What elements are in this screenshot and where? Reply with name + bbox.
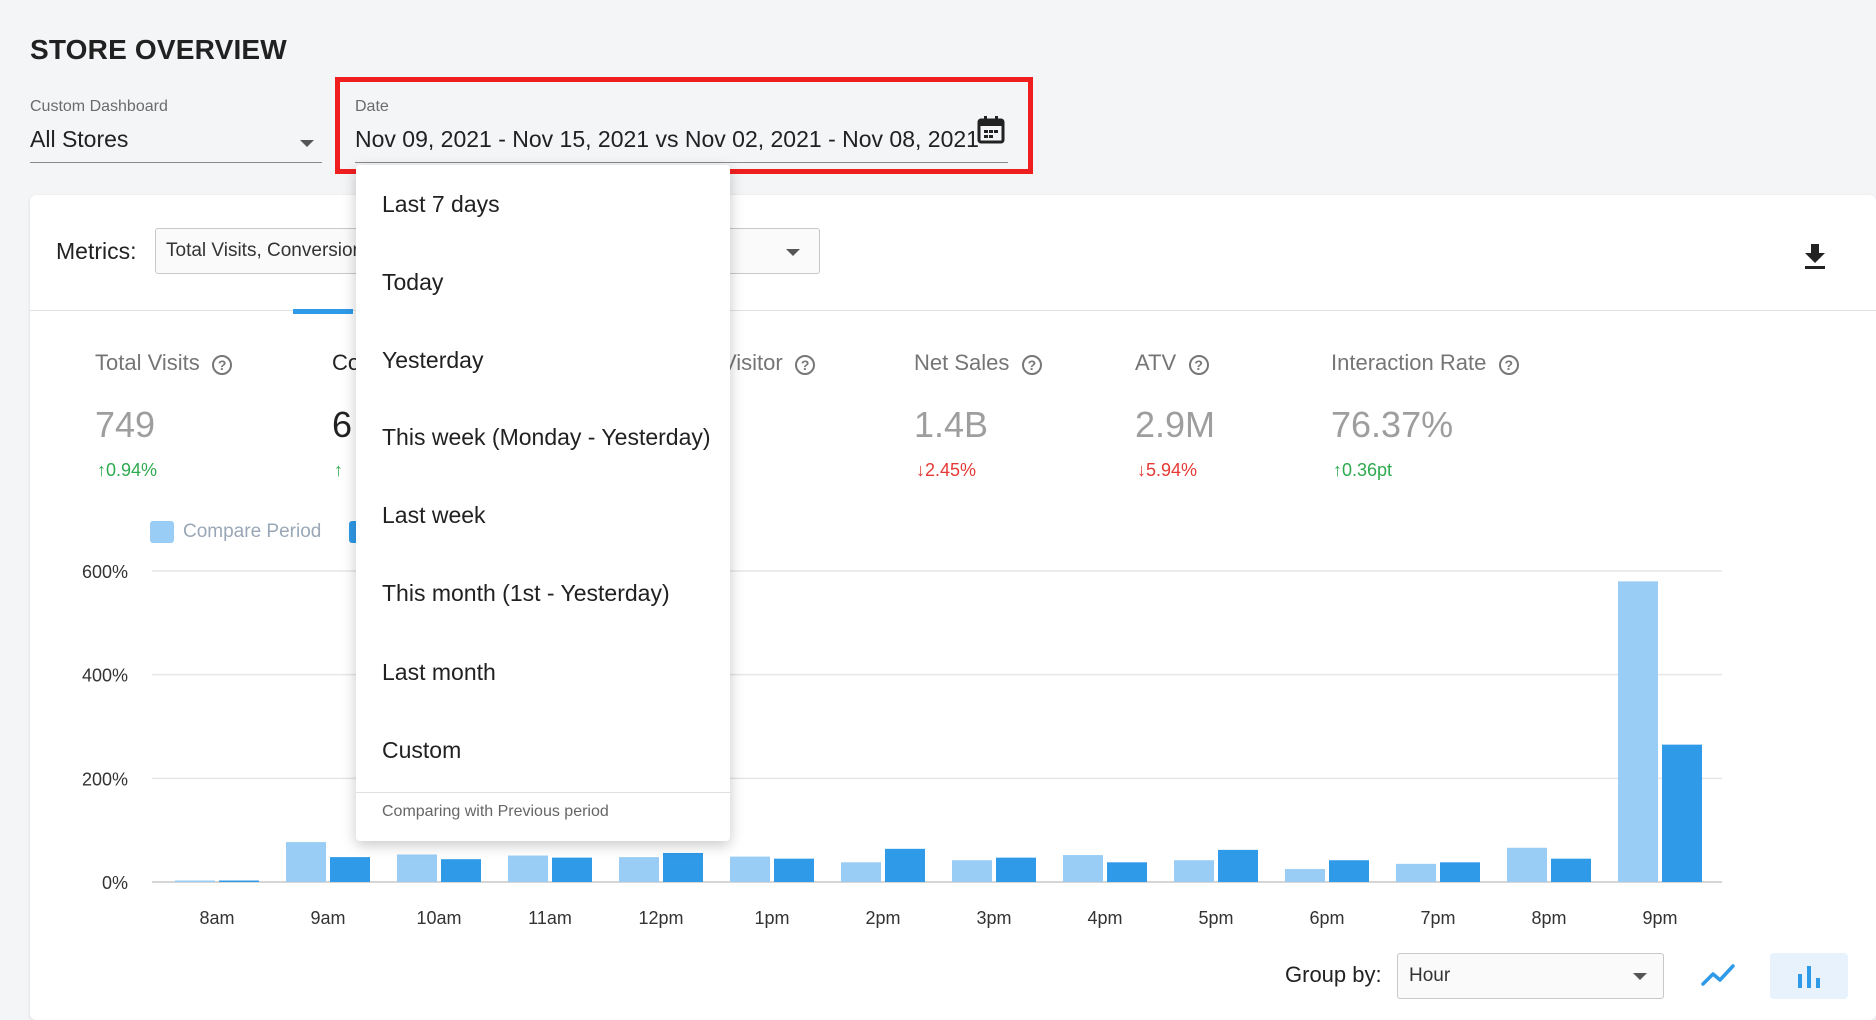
- x-tick-label: 2pm: [865, 908, 900, 928]
- preset-custom[interactable]: Custom: [382, 737, 461, 764]
- bar-current[interactable]: [774, 858, 814, 882]
- group-by-label: Group by:: [1285, 962, 1382, 987]
- preset-last-month[interactable]: Last month: [382, 659, 496, 686]
- y-tick-label: 0%: [102, 873, 128, 893]
- x-tick-label: 9pm: [1642, 908, 1677, 928]
- bar-current[interactable]: [1551, 858, 1591, 882]
- x-tick-label: 1pm: [754, 908, 789, 928]
- bar-compare[interactable]: [508, 855, 548, 882]
- x-tick-label: 5pm: [1198, 908, 1233, 928]
- date-presets-dropdown: Last 7 days Today Yesterday This week (M…: [356, 165, 730, 841]
- bar-compare[interactable]: [1285, 869, 1325, 882]
- x-tick-label: 4pm: [1087, 908, 1122, 928]
- x-tick-label: 3pm: [976, 908, 1011, 928]
- preset-last-7-days[interactable]: Last 7 days: [382, 191, 500, 218]
- bar-compare[interactable]: [1396, 863, 1436, 882]
- bar-current[interactable]: [885, 848, 925, 882]
- bar-current[interactable]: [663, 852, 703, 882]
- x-tick-label: 10am: [416, 908, 461, 928]
- bar-compare[interactable]: [730, 856, 770, 882]
- preset-yesterday[interactable]: Yesterday: [382, 347, 483, 374]
- x-tick-label: 12pm: [638, 908, 683, 928]
- group-by-chevron-down-icon[interactable]: [1633, 973, 1647, 980]
- preset-this-week[interactable]: This week (Monday - Yesterday): [382, 424, 711, 451]
- bar-current[interactable]: [441, 859, 481, 882]
- x-tick-label: 11am: [528, 908, 572, 928]
- bar-compare[interactable]: [1507, 847, 1547, 882]
- bar-current[interactable]: [219, 880, 259, 883]
- bar-chart: 0% 200% 400% 600% 8am 9am 10am 11am 12pm 1pm 2pm 3p…: [82, 562, 1722, 928]
- preset-today[interactable]: Today: [382, 269, 443, 296]
- dropdown-divider: [356, 792, 730, 793]
- line-chart-icon[interactable]: [1700, 960, 1736, 990]
- bar-compare[interactable]: [1618, 581, 1658, 882]
- preset-last-week[interactable]: Last week: [382, 502, 486, 529]
- bar-compare[interactable]: [619, 857, 659, 882]
- bar-current[interactable]: [996, 857, 1036, 882]
- preset-this-month[interactable]: This month (1st - Yesterday): [382, 580, 670, 607]
- x-tick-label: 7pm: [1420, 908, 1455, 928]
- bar-current[interactable]: [1218, 849, 1258, 882]
- y-tick-label: 200%: [82, 769, 128, 789]
- bar-current[interactable]: [552, 857, 592, 882]
- bar-compare[interactable]: [1063, 855, 1103, 882]
- bar-compare[interactable]: [175, 880, 215, 883]
- bar-compare[interactable]: [952, 860, 992, 882]
- y-tick-label: 400%: [82, 666, 128, 686]
- bar-current[interactable]: [1662, 744, 1702, 882]
- bar-compare[interactable]: [397, 854, 437, 882]
- bar-compare[interactable]: [1174, 860, 1214, 882]
- bar-current[interactable]: [1440, 862, 1480, 882]
- x-tick-label: 8pm: [1531, 908, 1566, 928]
- bar-current[interactable]: [1107, 862, 1147, 882]
- x-tick-label: 6pm: [1309, 908, 1344, 928]
- bar-compare[interactable]: [286, 842, 326, 882]
- bar-compare[interactable]: [841, 862, 881, 882]
- bar-chart-icon[interactable]: [1795, 962, 1823, 990]
- x-tick-label: 9am: [310, 908, 345, 928]
- bar-current[interactable]: [1329, 860, 1369, 882]
- y-tick-label: 600%: [82, 562, 128, 582]
- group-by-value: Hour: [1409, 965, 1451, 986]
- comparison-note: Comparing with Previous period: [382, 803, 609, 820]
- bar-current[interactable]: [330, 857, 370, 882]
- x-tick-label: 8am: [199, 908, 234, 928]
